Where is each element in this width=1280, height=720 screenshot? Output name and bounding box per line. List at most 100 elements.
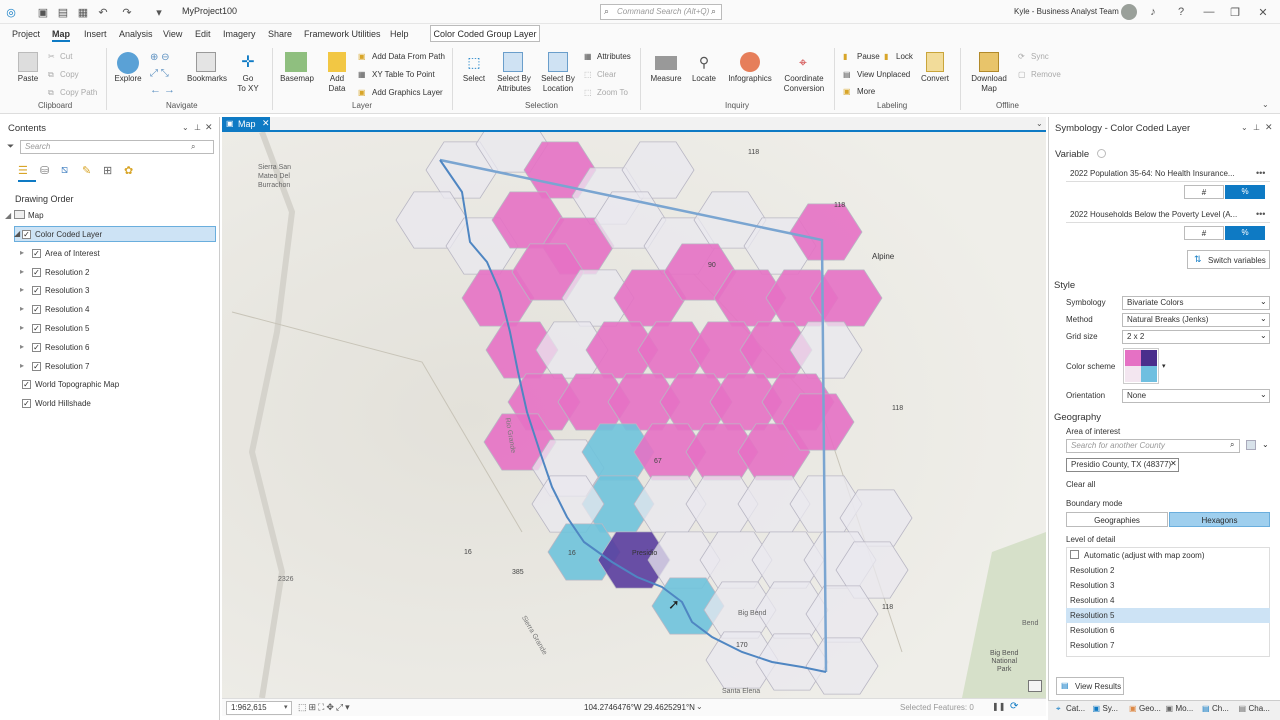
add-data-from-path-button[interactable]: Add Data From Path [372,52,445,61]
contents-search-input[interactable]: Search [20,140,214,154]
automatic-checkbox[interactable] [1070,550,1079,559]
convert-button[interactable]: Convert [918,74,952,84]
redo-icon[interactable]: ↷ [120,5,134,19]
select-by-attributes-button[interactable]: Select By Attributes [494,74,534,94]
explore-button[interactable]: Explore [110,74,146,84]
remove-button[interactable]: Remove [1031,70,1061,79]
list-by-labeling-icon[interactable]: ✿ [124,164,133,177]
tab-overflow-icon[interactable]: ⌄ [1036,119,1043,128]
layer-visibility-checkbox[interactable]: ✓ [32,342,41,352]
copy-path-button[interactable]: Copy Path [60,88,97,97]
pane-tab[interactable]: Mo... [1176,704,1194,713]
resolution-option[interactable]: Resolution 2 [1066,563,1270,578]
new-project-icon[interactable]: ▣ [36,5,50,19]
pane-tab[interactable]: Cha... [1249,704,1270,713]
layer-name[interactable]: Resolution 3 [45,286,89,295]
add-data-button[interactable]: Add Data [322,74,352,94]
layer-visibility-checkbox[interactable]: ✓ [32,286,41,296]
layer-visibility-checkbox[interactable]: ✓ [22,399,31,409]
paste-button[interactable]: Paste [10,74,46,84]
tab-color-coded-group-layer[interactable]: Color Coded Group Layer [430,25,540,42]
search-button-icon[interactable]: ⌕ [711,6,716,17]
expand-arrow-icon[interactable]: ▸ [20,304,24,313]
measure-button[interactable]: Measure [648,74,684,84]
layer-name[interactable]: Resolution 5 [45,324,89,333]
expand-map-icon[interactable]: ◢ [5,211,11,220]
list-by-snapping-icon[interactable]: ⊞ [103,164,112,177]
cut-button[interactable]: Cut [60,52,72,61]
previous-extent-icon[interactable]: ← → [150,84,175,96]
variable-2-field[interactable]: 2022 Households Below the Poverty Level … [1066,209,1270,223]
chevron-down-icon[interactable]: ⌄ [1262,440,1269,449]
tab-analysis[interactable]: Analysis [119,27,153,42]
avatar[interactable] [1121,4,1137,20]
chevron-down-icon[interactable]: ▾ [1162,362,1166,370]
collapse-ribbon-icon[interactable]: ⌄ [1262,100,1269,109]
close-pane-icon[interactable]: ✕ [1265,122,1273,133]
locate-button[interactable]: Locate [688,74,720,84]
list-by-selection-icon[interactable]: ⧅ [61,164,68,177]
restore-icon[interactable]: ❐ [1228,5,1242,19]
tab-help[interactable]: Help [390,27,409,42]
coordinate-readout[interactable]: 104.2746476°W 29.4625291°N [584,703,695,712]
save-icon[interactable]: ▦ [76,5,90,19]
layer-name[interactable]: Resolution 6 [45,343,89,352]
user-name[interactable]: Kyle - Business Analyst Team [1014,7,1119,16]
geographies-toggle[interactable]: Geographies [1066,512,1168,527]
customize-toolbar-icon[interactable]: ▾ [152,5,166,19]
resolution-option[interactable]: Resolution 5 [1066,608,1270,623]
list-by-drawing-order-icon[interactable]: ☰ [18,164,31,177]
add-graphics-layer-button[interactable]: Add Graphics Layer [372,88,443,97]
select-button[interactable]: Select [458,74,490,84]
more-options-icon[interactable]: ••• [1256,209,1265,219]
command-search-input[interactable]: Command Search (Alt+Q) [600,4,722,20]
filter-icon[interactable]: ⏷ [7,141,14,152]
pin-icon[interactable]: ⊥ [1253,123,1260,132]
basemap-button[interactable]: Basemap [278,74,316,84]
scale-selector[interactable]: 1:962,615 [226,701,292,715]
expand-arrow-icon[interactable]: ▸ [20,285,24,294]
tab-view[interactable]: View [163,27,182,42]
tab-framework-utilities[interactable]: Framework Utilities [304,27,381,42]
percent-toggle[interactable]: % [1225,185,1265,199]
chevron-down-icon[interactable]: ▾ [284,703,288,711]
area-of-interest-search[interactable]: Search for another County [1066,439,1240,453]
pause-drawing-icon[interactable]: ❚❚ [992,702,1005,711]
layer-name[interactable]: World Hillshade [35,399,91,408]
tab-map[interactable]: Map [52,27,70,42]
select-by-location-button[interactable]: Select By Location [538,74,578,94]
expand-arrow-icon[interactable]: ▸ [20,342,24,351]
remove-chip-icon[interactable]: ✕ [1170,459,1177,468]
layer-visibility-checkbox[interactable]: ✓ [32,305,41,315]
area-of-interest-chip[interactable]: Presidio County, TX (48377) [1066,458,1179,472]
collapse-arrow-icon[interactable]: ◢ [14,229,20,238]
percent-toggle[interactable]: % [1225,226,1265,240]
layer-visibility-checkbox[interactable]: ✓ [32,361,41,371]
lock-button[interactable]: Lock [896,52,913,61]
grid-size-dropdown[interactable]: 2 x 2 [1122,330,1270,344]
count-toggle[interactable]: # [1184,185,1224,199]
notifications-icon[interactable]: ♪ [1146,5,1160,19]
attributes-button[interactable]: Attributes [597,52,631,61]
map-tools-icon[interactable]: ⬚⊞⛶✥⤢▾ [298,702,352,713]
method-dropdown[interactable]: Natural Breaks (Jenks) [1122,313,1270,327]
list-by-editing-icon[interactable]: ✎ [82,164,91,177]
layer-name[interactable]: Resolution 2 [45,268,89,277]
pane-tab[interactable]: Cat... [1066,704,1085,713]
resolution-option[interactable]: Resolution 3 [1066,578,1270,593]
minimize-icon[interactable]: — [1202,5,1216,19]
pane-options-icon[interactable]: ⌄ [182,123,189,132]
pane-tab[interactable]: Geo... [1139,704,1161,713]
variable-1-field[interactable]: 2022 Population 35-64: No Health Insuran… [1066,168,1270,182]
help-icon[interactable]: ? [1174,5,1188,19]
chevron-down-icon[interactable]: ⌄ [696,702,703,711]
layer-visibility-checkbox[interactable]: ✓ [32,324,41,333]
close-icon[interactable]: ✕ [1256,5,1270,19]
copy-button[interactable]: Copy [60,70,79,79]
tab-edit[interactable]: Edit [195,27,211,42]
info-icon[interactable] [1097,149,1106,158]
infographics-button[interactable]: Infographics [726,74,774,84]
clear-selection-button[interactable]: Clear [597,70,616,79]
hexagons-toggle[interactable]: Hexagons [1169,512,1270,527]
layer-name[interactable]: Area of Interest [45,249,100,258]
